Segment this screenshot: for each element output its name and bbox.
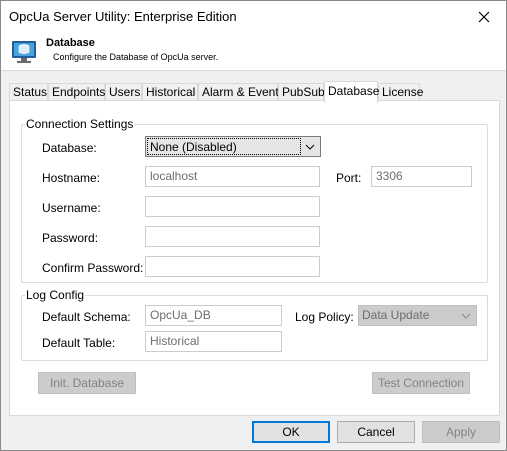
tab-historical[interactable]: Historical bbox=[142, 83, 198, 101]
database-select[interactable]: None (Disabled) bbox=[145, 136, 321, 157]
tab-users[interactable]: Users bbox=[105, 83, 142, 101]
connection-settings-label: Connection Settings bbox=[25, 117, 135, 131]
close-icon bbox=[478, 11, 490, 23]
window-title: OpcUa Server Utility: Enterprise Edition bbox=[9, 9, 237, 24]
page-subtitle: Configure the Database of OpcUa server. bbox=[53, 52, 219, 62]
database-select-value: None (Disabled) bbox=[147, 138, 301, 155]
database-monitor-icon bbox=[12, 41, 36, 63]
tab-license[interactable]: License bbox=[378, 83, 423, 101]
dialog-window: OpcUa Server Utility: Enterprise Edition… bbox=[0, 0, 507, 451]
default-schema-label: Default Schema: bbox=[42, 310, 131, 324]
default-schema-field[interactable]: OpcUa_DB bbox=[145, 305, 282, 326]
init-database-button[interactable]: Init. Database bbox=[38, 372, 136, 394]
username-field[interactable] bbox=[145, 196, 320, 217]
test-connection-button[interactable]: Test Connection bbox=[372, 372, 470, 394]
log-policy-select[interactable]: Data Update bbox=[358, 305, 477, 326]
log-policy-value: Data Update bbox=[362, 308, 430, 322]
default-table-label: Default Table: bbox=[42, 336, 116, 350]
username-label: Username: bbox=[42, 201, 101, 215]
tab-panel-database: Connection Settings Database: None (Disa… bbox=[9, 100, 500, 416]
page-title: Database bbox=[46, 37, 95, 49]
log-config-label: Log Config bbox=[25, 288, 86, 302]
cancel-button[interactable]: Cancel bbox=[337, 421, 415, 443]
tab-status[interactable]: Status bbox=[9, 83, 48, 101]
default-table-field[interactable]: Historical bbox=[145, 331, 282, 352]
hostname-label: Hostname: bbox=[42, 171, 101, 185]
apply-button[interactable]: Apply bbox=[422, 421, 500, 443]
close-button[interactable] bbox=[462, 1, 506, 33]
tab-pubsub[interactable]: PubSub bbox=[278, 83, 325, 101]
tab-endpoints[interactable]: Endpoints bbox=[48, 83, 105, 101]
title-bar: OpcUa Server Utility: Enterprise Edition bbox=[1, 1, 506, 33]
password-label: Password: bbox=[42, 231, 99, 245]
chevron-down-icon bbox=[305, 144, 315, 150]
database-label: Database: bbox=[42, 141, 97, 155]
port-field[interactable]: 3306 bbox=[371, 166, 472, 187]
hostname-field[interactable]: localhost bbox=[145, 166, 320, 187]
tab-database[interactable]: Database bbox=[324, 81, 379, 103]
confirm-password-field[interactable] bbox=[145, 256, 320, 277]
tab-alarm-event[interactable]: Alarm & Event bbox=[198, 83, 279, 101]
ok-button[interactable]: OK bbox=[252, 421, 330, 443]
confirm-password-label: Confirm Password: bbox=[42, 261, 144, 275]
port-label: Port: bbox=[336, 171, 362, 185]
password-field[interactable] bbox=[145, 226, 320, 247]
log-policy-label: Log Policy: bbox=[295, 310, 354, 324]
chevron-down-icon bbox=[461, 313, 471, 319]
page-header: Database Configure the Database of OpcUa… bbox=[1, 33, 506, 71]
